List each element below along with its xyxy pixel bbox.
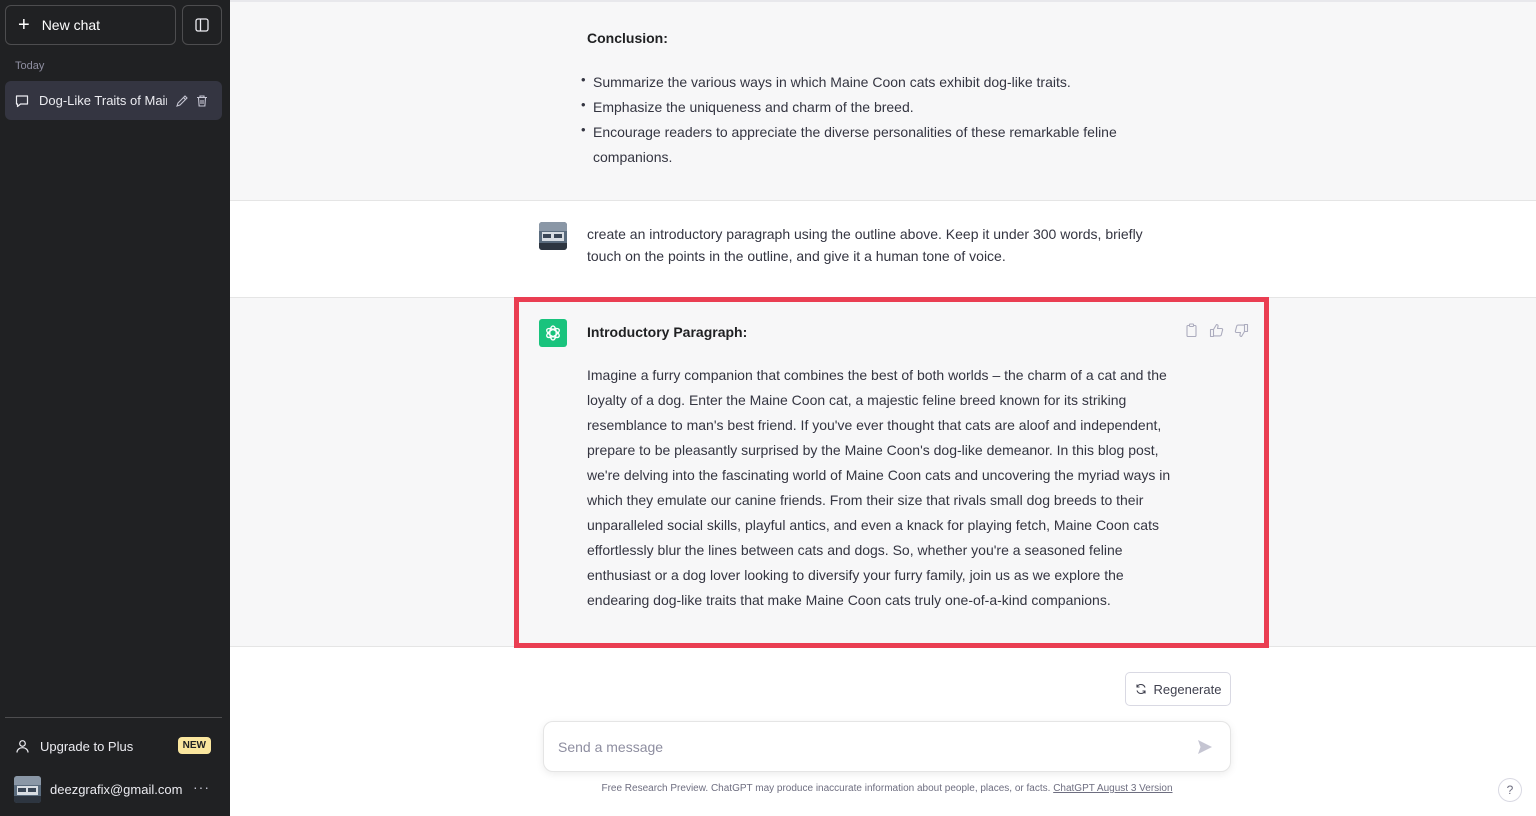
disclaimer-text: Free Research Preview. ChatGPT may produ… <box>601 783 1054 794</box>
sidebar-toggle-button[interactable] <box>182 5 222 45</box>
assistant-message-conclusion: Conclusion: Summarize the various ways i… <box>230 0 1536 201</box>
upgrade-label: Upgrade to Plus <box>40 738 134 754</box>
trash-icon[interactable] <box>195 94 209 108</box>
regenerate-label: Regenerate <box>1153 681 1222 697</box>
sidebar-divider <box>5 717 222 718</box>
user-icon <box>16 739 29 753</box>
section-label-today: Today <box>15 60 45 72</box>
sidebar: + New chat Today Dog-Like Traits of Main… <box>0 0 230 816</box>
edit-icon[interactable] <box>175 94 189 108</box>
account-email: deezgrafix@gmail.com <box>50 781 183 797</box>
conclusion-bullets: Summarize the various ways in which Main… <box>581 67 1161 170</box>
plus-icon: + <box>18 14 30 36</box>
send-icon[interactable] <box>1196 738 1214 756</box>
list-item: Summarize the various ways in which Main… <box>581 67 1161 95</box>
upgrade-to-plus-button[interactable]: Upgrade to Plus NEW <box>5 728 222 764</box>
message-composer <box>543 721 1231 772</box>
user-message: create an introductory paragraph using t… <box>230 201 1536 298</box>
list-item: Encourage readers to appreciate the dive… <box>581 117 1161 170</box>
new-badge: NEW <box>177 737 211 754</box>
user-avatar <box>539 222 567 250</box>
conclusion-heading: Conclusion: <box>587 30 668 46</box>
list-item: Emphasize the uniqueness and charm of th… <box>581 92 1161 120</box>
user-message-text: create an introductory paragraph using t… <box>587 226 1143 264</box>
help-button[interactable]: ? <box>1498 778 1522 802</box>
message-input[interactable] <box>558 736 1158 758</box>
disclaimer: Free Research Preview. ChatGPT may produ… <box>543 783 1231 794</box>
more-options-icon[interactable]: ··· <box>193 779 210 795</box>
chat-bubble-icon <box>15 94 29 107</box>
new-chat-button[interactable]: + New chat <box>5 5 176 45</box>
new-chat-label: New chat <box>41 17 101 33</box>
refresh-icon <box>1135 683 1146 695</box>
sidebar-toggle-icon <box>195 18 209 32</box>
highlight-annotation-box <box>514 297 1269 648</box>
avatar <box>14 775 41 803</box>
history-item-label: Dog-Like Traits of Main <box>39 93 167 108</box>
regenerate-button[interactable]: Regenerate <box>1125 672 1231 706</box>
main-panel: Conclusion: Summarize the various ways i… <box>230 0 1536 816</box>
version-link[interactable]: ChatGPT August 3 Version <box>1053 783 1172 794</box>
account-menu[interactable]: deezgrafix@gmail.com ··· <box>5 770 222 808</box>
history-item[interactable]: Dog-Like Traits of Main <box>5 81 222 120</box>
